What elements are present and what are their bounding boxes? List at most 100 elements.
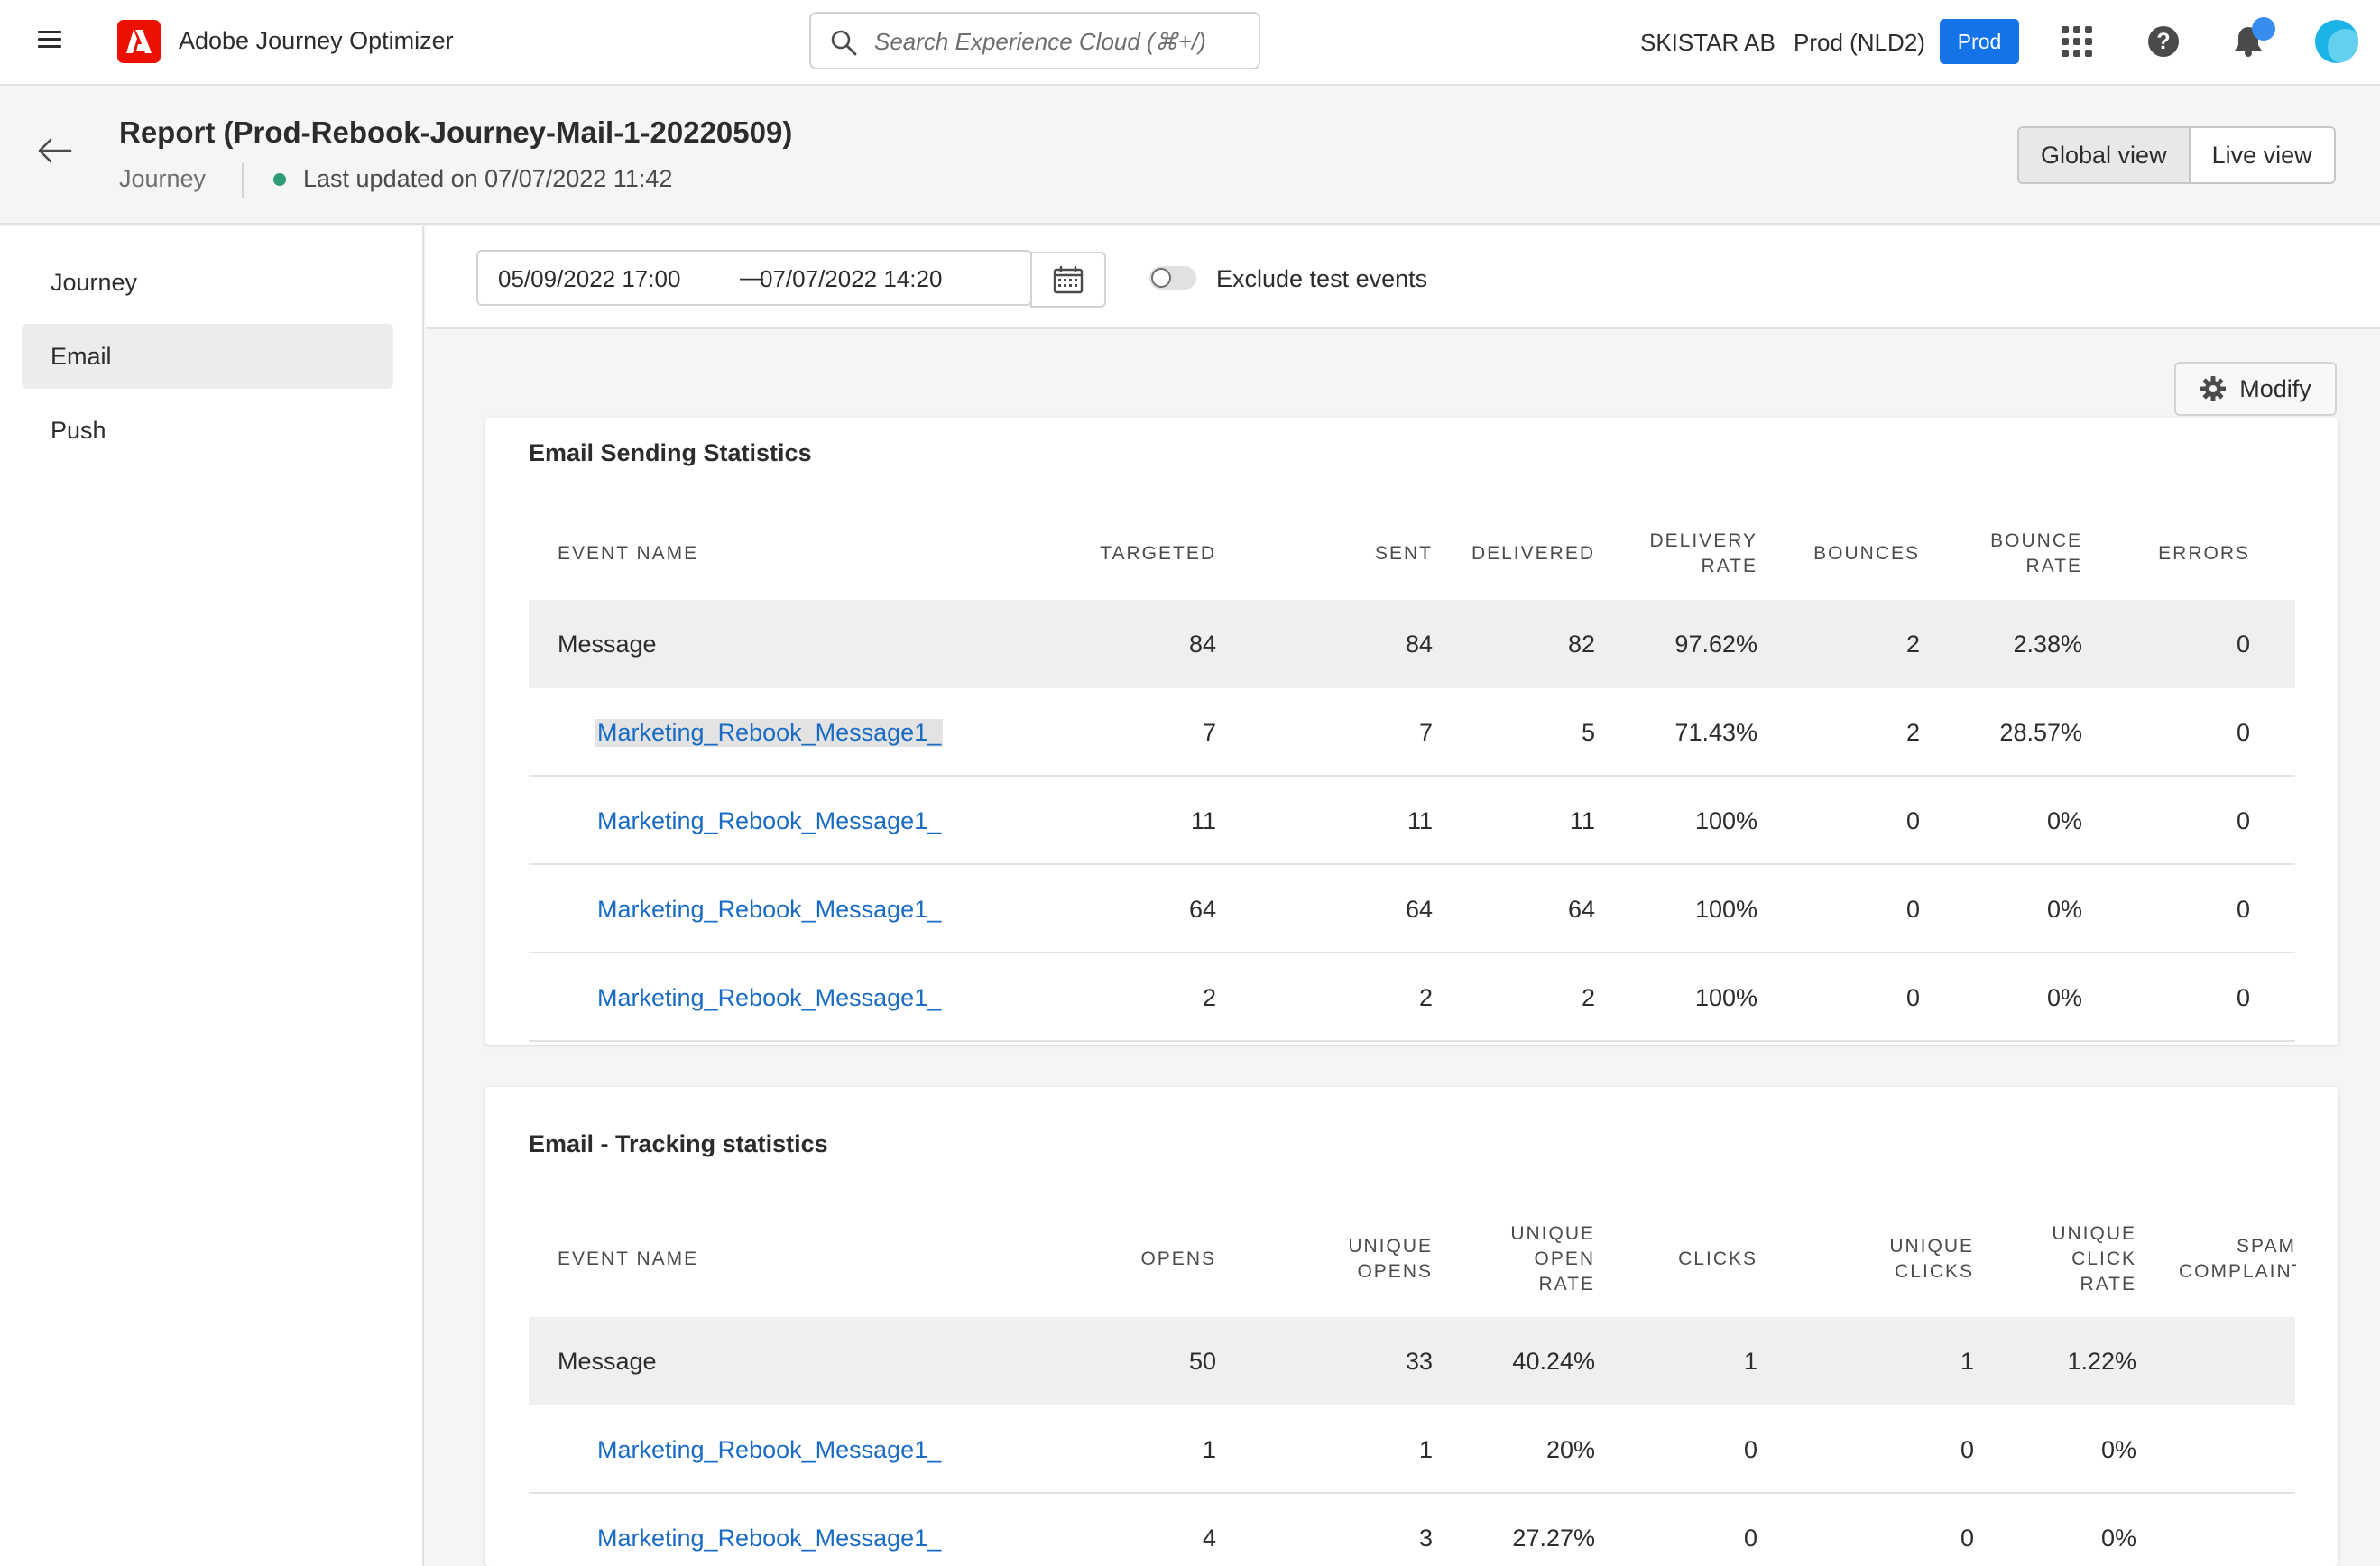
table-row: Marketing_Rebook_Message1_ 4 3 27.27% 0 … — [529, 1494, 2295, 1566]
sent-value: 7 — [1418, 719, 1433, 746]
column-header[interactable]: CLICKS — [1678, 1247, 1757, 1272]
column-header[interactable]: SENT — [1375, 541, 1433, 567]
bounce-rate-value: 0% — [2046, 807, 2082, 834]
date-range-picker[interactable]: 05/09/2022 17:00 — 07/07/2022 14:20 — [476, 250, 1106, 308]
column-header[interactable]: OPENS — [1140, 1247, 1216, 1272]
exclude-test-label: Exclude test events — [1216, 265, 1428, 292]
avatar[interactable] — [2315, 20, 2358, 63]
opens-value: 4 — [1202, 1525, 1216, 1552]
calendar-icon — [1053, 266, 1084, 294]
sidebar-item-journey[interactable]: Journey — [22, 250, 393, 315]
column-header[interactable]: UNIQUE OPEN RATE — [1510, 1221, 1595, 1297]
org-switcher[interactable]: SKISTAR AB — [1640, 29, 1776, 57]
back-arrow-icon[interactable] — [36, 137, 72, 164]
column-header[interactable]: BOUNCES — [1813, 541, 1920, 567]
calendar-button[interactable] — [1030, 252, 1106, 308]
bounces-value: 0 — [1905, 807, 1920, 834]
errors-value: 0 — [2236, 984, 2250, 1011]
message-link[interactable]: Marketing_Rebook_Message1_ — [595, 719, 944, 747]
message-link[interactable]: Marketing_Rebook_Message1_ — [597, 807, 941, 835]
errors-value: 0 — [2236, 896, 2250, 923]
sent-value: 84 — [1405, 631, 1433, 658]
sidebar-item-push[interactable]: Push — [22, 398, 393, 463]
errors-value: 0 — [2236, 807, 2250, 834]
date-end[interactable]: 07/07/2022 14:20 — [760, 265, 942, 293]
view-toggle: Global view Live view — [2017, 126, 2336, 184]
delivery-rate-value: 100% — [1694, 984, 1757, 1011]
targeted-value: 11 — [1190, 807, 1216, 834]
message-link[interactable]: Marketing_Rebook_Message1_ — [597, 1436, 941, 1464]
bounce-rate-value: 0% — [2046, 984, 2082, 1011]
app-name[interactable]: Adobe Journey Optimizer — [179, 27, 454, 55]
status-dot-icon — [273, 173, 286, 186]
delivered-value: 5 — [1581, 719, 1595, 746]
live-view-button[interactable]: Live view — [2190, 128, 2334, 182]
column-header[interactable]: ERRORS — [2158, 541, 2250, 567]
sent-value: 11 — [1407, 807, 1433, 834]
table-row: Marketing_Rebook_Message1_ 1 1 20% 0 0 0… — [529, 1405, 2295, 1494]
delivery-rate-value: 100% — [1694, 807, 1757, 834]
sent-value: 64 — [1405, 896, 1433, 923]
unique-clicks-value: 1 — [1960, 1348, 1974, 1375]
bounce-rate-value: 2.38% — [2013, 631, 2082, 658]
unique-opens-value: 3 — [1418, 1525, 1433, 1552]
event-name: Message — [558, 631, 657, 658]
bounces-value: 0 — [1905, 984, 1920, 1011]
env-badge[interactable]: Prod — [1940, 19, 2019, 64]
adobe-logo-icon[interactable] — [117, 20, 161, 63]
delivered-value: 64 — [1567, 896, 1595, 923]
table-row: Message 84 84 82 97.62% 2 2.38% 0 — [529, 600, 2295, 688]
sidebar: Journey Email Push — [0, 226, 424, 1566]
page-header: Report (Prod-Rebook-Journey-Mail-1-20220… — [0, 86, 2380, 225]
bounces-value: 2 — [1905, 719, 1920, 746]
column-header[interactable]: EVENT NAME — [558, 1247, 698, 1272]
tracking-statistics-card: Email - Tracking statistics EVENT NAME O… — [485, 1087, 2338, 1566]
modify-button[interactable]: Modify — [2174, 362, 2337, 416]
card-title: Email - Tracking statistics — [529, 1130, 828, 1157]
unique-open-rate-value: 27.27% — [1512, 1525, 1595, 1552]
table-row: Marketing_Rebook_Message1_ 7 7 5 71.43% … — [529, 688, 2295, 777]
unique-clicks-value: 0 — [1960, 1436, 1974, 1463]
unique-click-rate-value: 1.22% — [2067, 1348, 2136, 1375]
column-header[interactable]: SPAMCOMPLAINTS — [2179, 1234, 2296, 1285]
global-view-button[interactable]: Global view — [2019, 128, 2191, 182]
message-link[interactable]: Marketing_Rebook_Message1_ — [597, 984, 941, 1012]
event-name: Message — [558, 1348, 657, 1375]
date-start[interactable]: 05/09/2022 17:00 — [498, 265, 680, 293]
column-header[interactable]: DELIVERED — [1471, 541, 1595, 567]
filter-bar: 05/09/2022 17:00 — 07/07/2022 14:20 Excl… — [426, 226, 2380, 329]
delivered-value: 11 — [1569, 807, 1595, 834]
help-icon[interactable]: ? — [2148, 26, 2179, 57]
column-header[interactable]: UNIQUE CLICK RATE — [2052, 1221, 2136, 1297]
unique-click-rate-value: 0% — [2100, 1436, 2136, 1463]
bounces-value: 0 — [1905, 896, 1920, 923]
column-header[interactable]: BOUNCE RATE — [1990, 529, 2082, 579]
card-title: Email Sending Statistics — [529, 439, 812, 466]
column-header[interactable]: EVENT NAME — [558, 541, 698, 567]
page-title: Report (Prod-Rebook-Journey-Mail-1-20220… — [119, 115, 793, 149]
column-header[interactable]: TARGETED — [1100, 541, 1216, 567]
unique-clicks-value: 0 — [1960, 1525, 1974, 1552]
errors-value: 0 — [2236, 719, 2250, 746]
exclude-test-switch[interactable] — [1149, 266, 1196, 290]
table-row: Marketing_Rebook_Message1_ 11 11 11 100%… — [529, 777, 2295, 865]
unique-open-rate-value: 20% — [1545, 1436, 1595, 1463]
search-input[interactable] — [874, 28, 1235, 55]
opens-value: 1 — [1202, 1436, 1216, 1463]
menu-icon[interactable] — [38, 31, 61, 49]
bounce-rate-value: 28.57% — [1999, 719, 2082, 746]
message-link[interactable]: Marketing_Rebook_Message1_ — [597, 1525, 941, 1552]
targeted-value: 7 — [1202, 719, 1216, 746]
divider — [242, 163, 244, 198]
column-header[interactable]: UNIQUE OPENS — [1348, 1234, 1433, 1285]
message-link[interactable]: Marketing_Rebook_Message1_ — [597, 896, 941, 924]
breadcrumb[interactable]: Journey — [119, 165, 206, 193]
search-icon — [831, 30, 857, 56]
column-header[interactable]: UNIQUE CLICKS — [1889, 1234, 1974, 1285]
unique-opens-value: 33 — [1405, 1348, 1433, 1375]
column-header[interactable]: DELIVERY RATE — [1650, 529, 1758, 579]
search-box[interactable] — [809, 12, 1260, 69]
sidebar-item-email[interactable]: Email — [22, 324, 393, 389]
app-switcher-icon[interactable] — [2062, 26, 2092, 57]
sandbox-switcher[interactable]: Prod (NLD2) — [1794, 29, 1925, 57]
